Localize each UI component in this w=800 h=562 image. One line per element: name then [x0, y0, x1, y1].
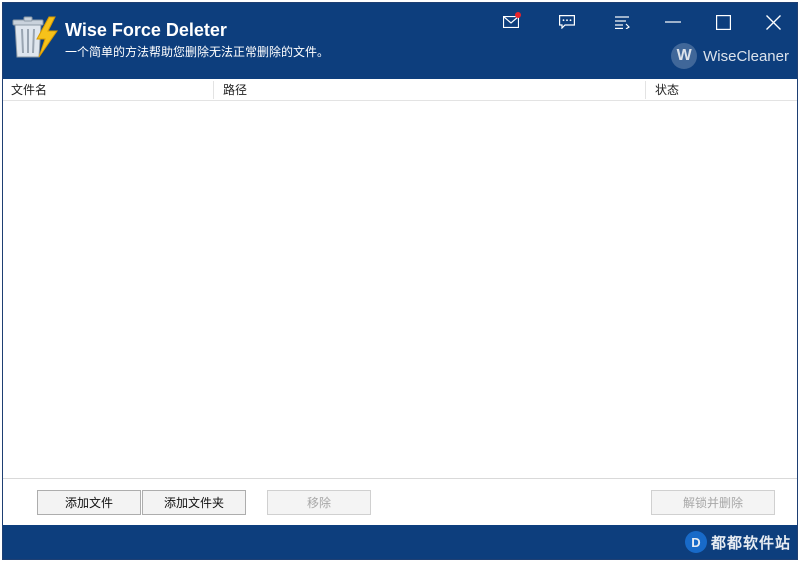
close-button[interactable]	[759, 9, 787, 35]
brand-name: WiseCleaner	[703, 47, 789, 65]
wisecleaner-logo: W	[671, 43, 698, 69]
app-subtitle: 一个简单的方法帮助您删除无法正常删除的文件。	[65, 45, 330, 59]
remove-button[interactable]: 移除	[267, 490, 371, 515]
feedback-icon	[559, 15, 575, 29]
maximize-button[interactable]	[709, 9, 737, 35]
add-folder-button[interactable]: 添加文件夹	[142, 490, 246, 515]
minimize-button[interactable]	[659, 9, 687, 35]
menu-button[interactable]	[609, 9, 637, 35]
column-divider[interactable]	[645, 81, 646, 99]
feedback-button[interactable]	[553, 9, 581, 35]
status-bar: D 都都软件站	[3, 525, 797, 559]
mail-button[interactable]	[497, 9, 525, 35]
column-filename[interactable]: 文件名	[3, 79, 213, 101]
unlock-and-delete-button[interactable]: 解锁并删除	[651, 490, 775, 515]
notification-dot	[515, 12, 521, 18]
app-title: Wise Force Deleter	[65, 20, 227, 40]
close-icon	[765, 14, 781, 30]
menu-icon	[615, 15, 630, 29]
column-divider[interactable]	[213, 81, 214, 99]
title-bar[interactable]: Wise Force Deleter 一个简单的方法帮助您删除无法正常删除的文件…	[3, 3, 797, 79]
wisecleaner-brand[interactable]: W WiseCleaner	[671, 43, 789, 69]
watermark-text: 都都软件站	[710, 533, 791, 552]
add-file-button[interactable]: 添加文件	[37, 490, 141, 515]
column-status[interactable]: 状态	[647, 79, 797, 101]
maximize-icon	[715, 14, 731, 30]
app-window: Wise Force Deleter 一个简单的方法帮助您删除无法正常删除的文件…	[2, 2, 798, 560]
column-path[interactable]: 路径	[215, 79, 645, 101]
file-list-header: 文件名 路径 状态	[3, 79, 797, 101]
file-list[interactable]	[3, 101, 797, 479]
trash-lightning-icon	[12, 16, 58, 58]
minimize-icon	[665, 21, 681, 23]
watermark-logo: D	[684, 531, 707, 553]
watermark: D 都都软件站	[684, 527, 791, 557]
